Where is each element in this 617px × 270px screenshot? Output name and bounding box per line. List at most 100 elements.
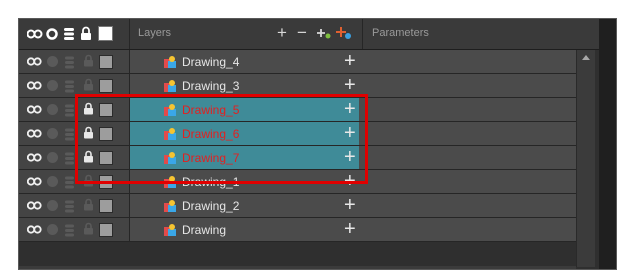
layer-name: Drawing_5 [182,103,240,117]
layer-stack-icon[interactable] [64,176,75,189]
eyes-icon[interactable] [27,224,42,235]
layer-name: Drawing_3 [182,79,240,93]
add-peg-icon[interactable] [317,28,331,40]
layer-row[interactable]: Drawing_7 + [19,146,576,170]
layer-row[interactable]: Drawing_4 + [19,50,576,74]
drawing-layer-icon [164,80,176,92]
lock-icon[interactable] [83,198,94,211]
solo-circle-icon[interactable] [47,152,58,163]
color-swatch-icon[interactable] [99,223,113,237]
solo-circle-icon[interactable] [47,176,58,187]
add-keyframe-plus-icon[interactable]: + [344,195,356,215]
scrollbar[interactable] [576,50,595,267]
layer-row[interactable]: Drawing_6 + [19,122,576,146]
layer-stack-icon[interactable] [64,200,75,213]
layer-stack-icon[interactable] [64,224,75,237]
add-keyframe-plus-icon[interactable]: + [344,99,356,119]
solo-circle-icon[interactable] [47,56,58,67]
layer-stack-icon[interactable] [64,152,75,165]
layer-name-cell[interactable]: Drawing_2 + [130,194,359,217]
header-divider-params [362,19,363,49]
color-swatch-icon[interactable] [99,199,113,213]
layer-row[interactable]: Drawing_5 + [19,98,576,122]
layer-name-cell[interactable]: Drawing_5 + [130,98,359,121]
add-keyframe-plus-icon[interactable]: + [344,171,356,191]
solo-circle-icon[interactable] [47,128,58,139]
layer-name-cell[interactable]: Drawing_1 + [130,170,359,193]
eyes-icon[interactable] [27,128,42,139]
solo-circle-icon[interactable] [47,104,58,115]
header-toggle-icons [19,19,129,49]
lock-icon[interactable] [83,150,94,163]
color-swatch-icon[interactable] [98,26,113,41]
lock-icon[interactable] [80,26,92,41]
parameters-cell [360,50,576,73]
add-keyframe-plus-icon[interactable]: + [344,123,356,143]
layer-name: Drawing_1 [182,175,240,189]
layer-name: Drawing [182,223,227,237]
add-keyframe-plus-icon[interactable]: + [344,147,356,167]
layer-list: Drawing_4 + Drawing_3 + Drawing_5 + Draw… [19,50,576,242]
lock-icon[interactable] [83,174,94,187]
timeline-header: Layers + − Parameters [19,19,616,50]
layer-stack-icon[interactable] [64,104,75,117]
parameters-cell [360,74,576,97]
lock-icon[interactable] [83,102,94,115]
layer-row[interactable]: Drawing_3 + [19,74,576,98]
layer-row[interactable]: Drawing_1 + [19,170,576,194]
empty-area [19,266,576,269]
layer-name: Drawing_6 [182,127,240,141]
parameters-cell [360,146,576,169]
layer-name-cell[interactable]: Drawing_7 + [130,146,359,169]
layer-toggles [19,194,130,217]
layer-row[interactable]: Drawing_2 + [19,194,576,218]
panel-edge [599,19,616,269]
solo-circle-icon[interactable] [47,200,58,211]
scroll-up-arrow-icon[interactable] [582,55,590,60]
layer-toggles [19,146,130,169]
add-keyframe-plus-icon[interactable]: + [344,75,356,95]
layer-stack-icon[interactable] [64,80,75,93]
color-swatch-icon[interactable] [99,103,113,117]
color-swatch-icon[interactable] [99,151,113,165]
parameters-cell [360,98,576,121]
remove-layer-button[interactable]: − [297,23,307,43]
eyes-icon[interactable] [27,200,42,211]
add-drawing-layer-icon[interactable] [336,25,352,41]
eyes-icon[interactable] [27,80,42,91]
color-swatch-icon[interactable] [99,79,113,93]
drawing-layer-icon [164,224,176,236]
lock-icon[interactable] [83,78,94,91]
add-layer-button[interactable]: + [277,23,287,43]
lock-icon[interactable] [83,54,94,67]
solo-circle-icon[interactable] [47,80,58,91]
solo-circle-icon[interactable] [46,28,58,40]
layer-stack-icon[interactable] [64,56,75,69]
add-keyframe-plus-icon[interactable]: + [344,219,356,239]
layer-stack-icon[interactable] [64,128,75,141]
solo-circle-icon[interactable] [47,224,58,235]
layer-name-cell[interactable]: Drawing_3 + [130,74,359,97]
eyes-icon[interactable] [27,176,42,187]
layer-name-cell[interactable]: Drawing_6 + [130,122,359,145]
color-swatch-icon[interactable] [99,175,113,189]
layer-name-cell[interactable]: Drawing_4 + [130,50,359,73]
layer-row[interactable]: Drawing + [19,218,576,242]
parameters-cell [360,170,576,193]
layer-toggles [19,74,130,97]
eyes-icon[interactable] [27,28,43,40]
drawing-layer-icon [164,152,176,164]
eyes-icon[interactable] [27,56,42,67]
lock-icon[interactable] [83,222,94,235]
color-swatch-icon[interactable] [99,55,113,69]
eyes-icon[interactable] [27,152,42,163]
color-swatch-icon[interactable] [99,127,113,141]
add-keyframe-plus-icon[interactable]: + [344,51,356,71]
layer-stack-icon[interactable] [63,27,75,41]
layer-toggles [19,50,130,73]
drawing-layer-icon [164,176,176,188]
lock-icon[interactable] [83,126,94,139]
eyes-icon[interactable] [27,104,42,115]
header-divider [129,19,130,49]
layer-name-cell[interactable]: Drawing + [130,218,359,241]
